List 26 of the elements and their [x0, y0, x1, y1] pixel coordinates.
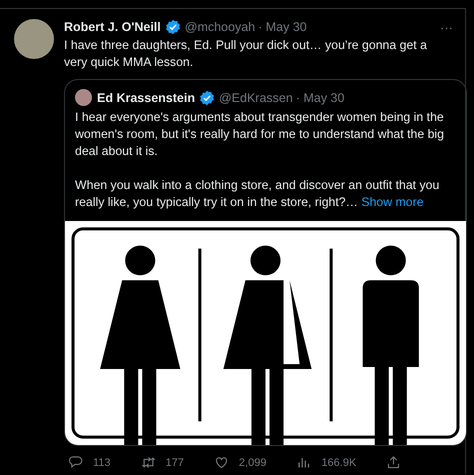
tweet-date[interactable]: · May 30 — [296, 90, 344, 104]
more-options[interactable]: ··· — [440, 20, 453, 34]
avatar[interactable] — [14, 19, 54, 59]
bar-chart-icon — [296, 455, 312, 470]
tweet-date[interactable]: · May 30 — [258, 20, 307, 34]
speech-bubble-icon — [68, 455, 83, 470]
share-button[interactable] — [386, 455, 402, 470]
reply-button[interactable]: 113 — [68, 455, 111, 470]
show-more-link[interactable]: Show more — [361, 195, 424, 209]
heart-icon — [214, 455, 229, 470]
tweet-text: I hear everyone's arguments about transgender women being in the women's room, but it's really hard for me to understand what the big deal about it is. — [75, 109, 446, 160]
author-handle[interactable]: @EdKrassen — [218, 90, 293, 104]
share-icon — [386, 455, 402, 470]
verified-badge-icon — [198, 90, 215, 106]
views-button[interactable]: 166.9K — [296, 455, 356, 470]
verified-badge-icon — [164, 19, 181, 35]
author-handle[interactable]: @mchooyah — [184, 20, 256, 34]
tweet-text: When you walk into a clothing store, and discover an outfit that you really like, you typically try it on in the store, right?… Show more — [75, 177, 440, 211]
retweet-icon — [140, 455, 156, 470]
like-button[interactable]: 2,099 — [214, 455, 266, 470]
retweet-button[interactable]: 177 — [140, 455, 184, 470]
avatar[interactable] — [75, 89, 92, 106]
author-name[interactable]: Robert J. O'Neill — [64, 20, 161, 34]
tweet-text: I have three daughters, Ed. Pull your dick out… you’re gonna get a very quick MMA lesson. — [64, 37, 428, 71]
quoted-tweet[interactable] — [64, 79, 467, 446]
author-name[interactable]: Ed Krassenstein — [97, 90, 195, 104]
